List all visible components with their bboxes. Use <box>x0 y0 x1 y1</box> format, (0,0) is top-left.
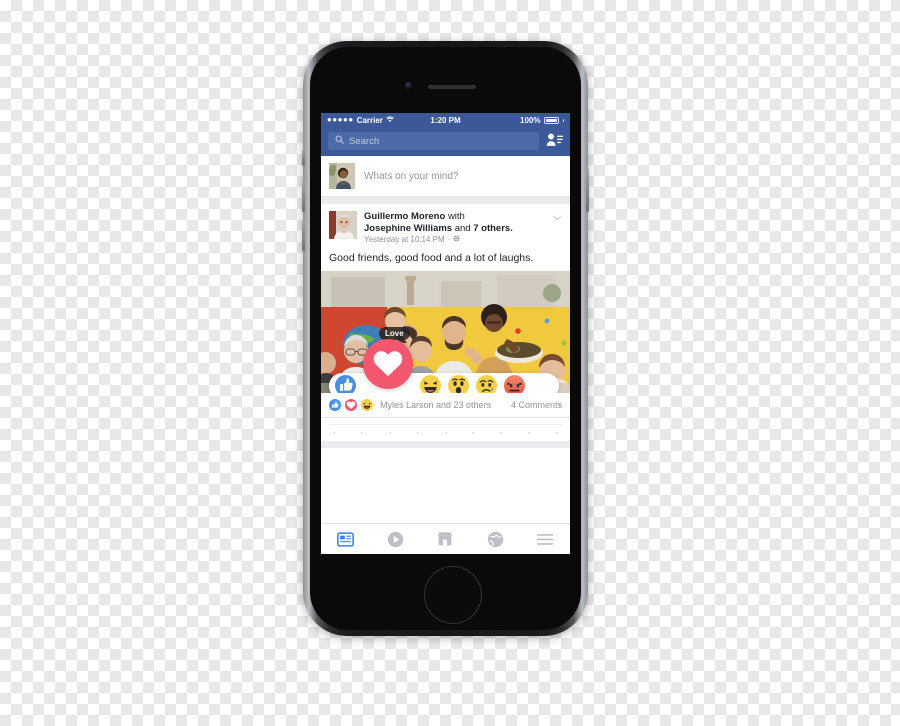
next-post-partial <box>321 417 570 441</box>
front-camera-icon <box>405 82 412 89</box>
battery-tip <box>562 118 564 122</box>
globe-icon[interactable] <box>453 235 460 245</box>
feed-separator <box>321 440 570 448</box>
divider <box>329 423 562 425</box>
post-others-count[interactable]: 7 others. <box>473 223 513 234</box>
friend-requests-icon[interactable] <box>546 132 563 150</box>
status-composer[interactable]: Whats on your mind? <box>321 156 570 197</box>
feed-post: Guillermo Moreno with Josephine Williams… <box>321 204 570 418</box>
notifications-tab[interactable] <box>484 529 506 549</box>
placeholder-dot <box>528 431 531 434</box>
placeholder-dot <box>388 431 391 434</box>
avatar <box>329 163 355 189</box>
like-badge <box>329 398 341 411</box>
post-author-line: Guillermo Moreno with <box>364 211 546 223</box>
battery-icon <box>543 116 559 124</box>
search-icon <box>335 135 344 147</box>
post-header: Guillermo Moreno with Josephine Williams… <box>321 204 570 245</box>
reaction-love-button[interactable] <box>363 338 413 389</box>
chevron-down-icon[interactable] <box>553 211 562 245</box>
search-input[interactable]: Search <box>328 132 539 150</box>
status-bar-right: 100% <box>520 116 564 125</box>
video-tab[interactable] <box>385 529 407 549</box>
reaction-sad-button[interactable] <box>476 375 497 393</box>
post-and-word: and <box>454 222 471 234</box>
tab-bar <box>321 523 570 554</box>
carrier-label: Carrier <box>356 115 383 125</box>
post-tagged-line: Josephine Williams and 7 others. <box>364 223 546 235</box>
reaction-names-label[interactable]: Myles Larson and 23 others <box>380 400 491 410</box>
post-meta-separator: · <box>447 235 451 245</box>
placeholder-dot <box>416 431 419 434</box>
composer-placeholder: Whats on your mind? <box>364 170 459 182</box>
status-bar-left: ●●●●● Carrier <box>327 116 394 125</box>
post-counts-row: Myles Larson and 23 others 4 Comments <box>321 393 570 418</box>
battery-percent-label: 100% <box>520 115 541 125</box>
feed-separator <box>321 197 570 204</box>
reaction-tooltip: Love <box>379 326 410 340</box>
volume-up-button[interactable] <box>302 182 305 212</box>
iphone-mockup: ●●●●● Carrier 1:20 PM 100% Search Whats … <box>302 41 589 636</box>
post-author-name[interactable]: Guillermo Moreno <box>364 211 445 222</box>
avatar[interactable] <box>329 211 357 239</box>
placeholder-dot <box>444 431 447 434</box>
home-button[interactable] <box>424 566 482 624</box>
placeholder-dot-row <box>329 431 562 441</box>
search-placeholder: Search <box>349 135 380 147</box>
placeholder-dot <box>360 431 363 434</box>
placeholder-dot <box>472 431 475 434</box>
post-meta: Yesterday at 10:14 PM · <box>364 235 546 245</box>
power-button[interactable] <box>586 169 589 212</box>
phone-screen: ●●●●● Carrier 1:20 PM 100% Search Whats … <box>321 113 570 554</box>
news-feed-tab[interactable] <box>335 529 357 549</box>
signal-dots-icon: ●●●●● <box>327 115 354 124</box>
placeholder-dot <box>333 431 335 434</box>
post-author-block: Guillermo Moreno with Josephine Williams… <box>364 211 546 245</box>
post-with-word: with <box>447 211 465 222</box>
haha-badge <box>361 398 373 411</box>
earpiece-speaker <box>428 85 476 89</box>
placeholder-dot <box>500 431 503 434</box>
reaction-picker[interactable] <box>329 372 559 393</box>
navigation-bar: Search <box>321 127 570 156</box>
phone-bezel: ●●●●● Carrier 1:20 PM 100% Search Whats … <box>310 47 581 630</box>
silent-switch[interactable] <box>302 149 305 166</box>
menu-tab[interactable] <box>534 529 556 549</box>
post-timestamp[interactable]: Yesterday at 10:14 PM <box>364 235 445 245</box>
reaction-wow-button[interactable] <box>448 375 469 393</box>
post-tagged-name[interactable]: Josephine Williams <box>364 223 452 234</box>
reaction-like-button[interactable] <box>335 375 356 393</box>
status-bar: ●●●●● Carrier 1:20 PM 100% <box>321 113 570 127</box>
post-photo[interactable]: Love <box>321 270 570 393</box>
wifi-icon <box>386 115 394 125</box>
placeholder-dot <box>556 431 558 434</box>
marketplace-tab[interactable] <box>434 529 456 549</box>
post-text: Good friends, good food and a lot of lau… <box>329 251 534 264</box>
volume-down-button[interactable] <box>302 221 305 251</box>
comments-count-label[interactable]: 4 Comments <box>511 400 562 410</box>
reaction-angry-button[interactable] <box>504 375 525 393</box>
transparent-backdrop: ●●●●● Carrier 1:20 PM 100% Search Whats … <box>0 0 900 726</box>
reaction-haha-button[interactable] <box>420 375 441 393</box>
love-badge <box>345 398 357 411</box>
